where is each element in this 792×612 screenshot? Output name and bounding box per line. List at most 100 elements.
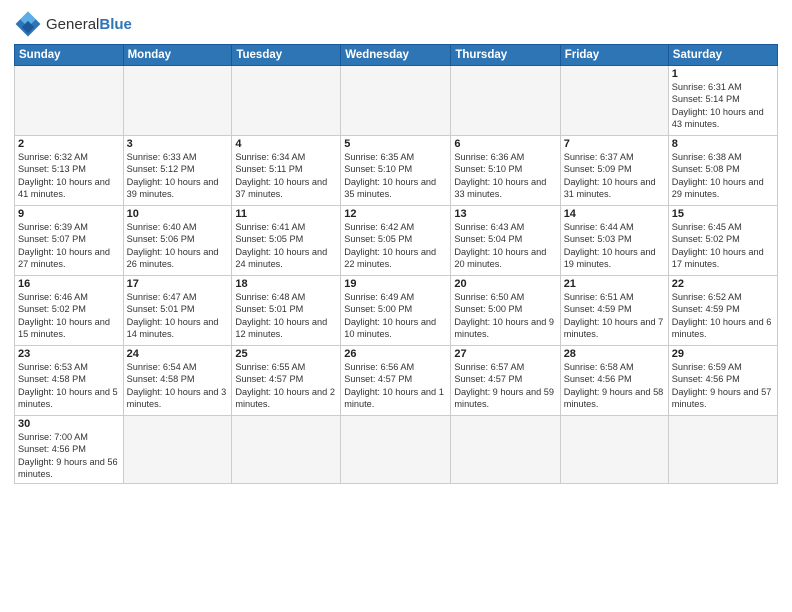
calendar-cell: 7Sunrise: 6:37 AM Sunset: 5:09 PM Daylig… bbox=[560, 136, 668, 206]
day-number: 25 bbox=[235, 348, 337, 360]
calendar-cell: 19Sunrise: 6:49 AM Sunset: 5:00 PM Dayli… bbox=[341, 276, 451, 346]
day-number: 11 bbox=[235, 208, 337, 220]
day-info: Sunrise: 6:53 AM Sunset: 4:58 PM Dayligh… bbox=[18, 361, 120, 411]
day-number: 14 bbox=[564, 208, 665, 220]
day-info: Sunrise: 6:40 AM Sunset: 5:06 PM Dayligh… bbox=[127, 221, 229, 271]
day-number: 26 bbox=[344, 348, 447, 360]
calendar-cell: 5Sunrise: 6:35 AM Sunset: 5:10 PM Daylig… bbox=[341, 136, 451, 206]
calendar-cell: 6Sunrise: 6:36 AM Sunset: 5:10 PM Daylig… bbox=[451, 136, 560, 206]
calendar-cell: 22Sunrise: 6:52 AM Sunset: 4:59 PM Dayli… bbox=[668, 276, 777, 346]
day-number: 19 bbox=[344, 278, 447, 290]
day-number: 10 bbox=[127, 208, 229, 220]
day-number: 27 bbox=[454, 348, 556, 360]
day-info: Sunrise: 6:42 AM Sunset: 5:05 PM Dayligh… bbox=[344, 221, 447, 271]
header: GeneralBlue bbox=[14, 10, 778, 38]
calendar-cell: 11Sunrise: 6:41 AM Sunset: 5:05 PM Dayli… bbox=[232, 206, 341, 276]
weekday-header-sunday: Sunday bbox=[15, 45, 124, 66]
weekday-header-monday: Monday bbox=[123, 45, 232, 66]
day-number: 22 bbox=[672, 278, 774, 290]
calendar-cell: 14Sunrise: 6:44 AM Sunset: 5:03 PM Dayli… bbox=[560, 206, 668, 276]
logo-icon bbox=[14, 10, 42, 38]
calendar-cell: 25Sunrise: 6:55 AM Sunset: 4:57 PM Dayli… bbox=[232, 346, 341, 416]
day-info: Sunrise: 6:37 AM Sunset: 5:09 PM Dayligh… bbox=[564, 151, 665, 201]
calendar-week-row: 9Sunrise: 6:39 AM Sunset: 5:07 PM Daylig… bbox=[15, 206, 778, 276]
day-info: Sunrise: 6:50 AM Sunset: 5:00 PM Dayligh… bbox=[454, 291, 556, 341]
day-info: Sunrise: 6:49 AM Sunset: 5:00 PM Dayligh… bbox=[344, 291, 447, 341]
calendar-week-row: 16Sunrise: 6:46 AM Sunset: 5:02 PM Dayli… bbox=[15, 276, 778, 346]
calendar-cell: 21Sunrise: 6:51 AM Sunset: 4:59 PM Dayli… bbox=[560, 276, 668, 346]
weekday-header-wednesday: Wednesday bbox=[341, 45, 451, 66]
day-number: 7 bbox=[564, 138, 665, 150]
calendar-cell: 9Sunrise: 6:39 AM Sunset: 5:07 PM Daylig… bbox=[15, 206, 124, 276]
calendar-cell: 17Sunrise: 6:47 AM Sunset: 5:01 PM Dayli… bbox=[123, 276, 232, 346]
calendar-cell: 16Sunrise: 6:46 AM Sunset: 5:02 PM Dayli… bbox=[15, 276, 124, 346]
calendar-cell: 29Sunrise: 6:59 AM Sunset: 4:56 PM Dayli… bbox=[668, 346, 777, 416]
weekday-header-tuesday: Tuesday bbox=[232, 45, 341, 66]
calendar-cell bbox=[123, 66, 232, 136]
day-number: 16 bbox=[18, 278, 120, 290]
day-number: 1 bbox=[672, 68, 774, 80]
weekday-header-thursday: Thursday bbox=[451, 45, 560, 66]
day-info: Sunrise: 6:57 AM Sunset: 4:57 PM Dayligh… bbox=[454, 361, 556, 411]
day-number: 2 bbox=[18, 138, 120, 150]
day-number: 13 bbox=[454, 208, 556, 220]
page: GeneralBlue SundayMondayTuesdayWednesday… bbox=[0, 0, 792, 612]
day-info: Sunrise: 6:43 AM Sunset: 5:04 PM Dayligh… bbox=[454, 221, 556, 271]
day-number: 20 bbox=[454, 278, 556, 290]
day-info: Sunrise: 6:46 AM Sunset: 5:02 PM Dayligh… bbox=[18, 291, 120, 341]
day-number: 5 bbox=[344, 138, 447, 150]
day-info: Sunrise: 6:31 AM Sunset: 5:14 PM Dayligh… bbox=[672, 81, 774, 131]
calendar-cell bbox=[451, 66, 560, 136]
day-info: Sunrise: 6:51 AM Sunset: 4:59 PM Dayligh… bbox=[564, 291, 665, 341]
day-info: Sunrise: 6:38 AM Sunset: 5:08 PM Dayligh… bbox=[672, 151, 774, 201]
calendar-cell: 24Sunrise: 6:54 AM Sunset: 4:58 PM Dayli… bbox=[123, 346, 232, 416]
day-number: 3 bbox=[127, 138, 229, 150]
calendar-cell bbox=[232, 416, 341, 484]
calendar-cell bbox=[560, 66, 668, 136]
calendar-cell bbox=[668, 416, 777, 484]
day-number: 24 bbox=[127, 348, 229, 360]
day-number: 8 bbox=[672, 138, 774, 150]
day-info: Sunrise: 6:39 AM Sunset: 5:07 PM Dayligh… bbox=[18, 221, 120, 271]
calendar-week-row: 30Sunrise: 7:00 AM Sunset: 4:56 PM Dayli… bbox=[15, 416, 778, 484]
calendar-cell bbox=[341, 416, 451, 484]
logo-text: GeneralBlue bbox=[46, 16, 132, 33]
day-number: 12 bbox=[344, 208, 447, 220]
calendar-cell: 12Sunrise: 6:42 AM Sunset: 5:05 PM Dayli… bbox=[341, 206, 451, 276]
day-number: 29 bbox=[672, 348, 774, 360]
day-number: 15 bbox=[672, 208, 774, 220]
calendar: SundayMondayTuesdayWednesdayThursdayFrid… bbox=[14, 44, 778, 484]
day-info: Sunrise: 6:54 AM Sunset: 4:58 PM Dayligh… bbox=[127, 361, 229, 411]
calendar-cell: 28Sunrise: 6:58 AM Sunset: 4:56 PM Dayli… bbox=[560, 346, 668, 416]
weekday-header-friday: Friday bbox=[560, 45, 668, 66]
calendar-cell bbox=[232, 66, 341, 136]
day-info: Sunrise: 6:47 AM Sunset: 5:01 PM Dayligh… bbox=[127, 291, 229, 341]
day-info: Sunrise: 6:36 AM Sunset: 5:10 PM Dayligh… bbox=[454, 151, 556, 201]
day-info: Sunrise: 6:41 AM Sunset: 5:05 PM Dayligh… bbox=[235, 221, 337, 271]
calendar-cell bbox=[15, 66, 124, 136]
day-number: 28 bbox=[564, 348, 665, 360]
day-number: 17 bbox=[127, 278, 229, 290]
day-info: Sunrise: 6:59 AM Sunset: 4:56 PM Dayligh… bbox=[672, 361, 774, 411]
calendar-cell: 15Sunrise: 6:45 AM Sunset: 5:02 PM Dayli… bbox=[668, 206, 777, 276]
day-number: 30 bbox=[18, 418, 120, 430]
calendar-cell bbox=[341, 66, 451, 136]
day-number: 6 bbox=[454, 138, 556, 150]
calendar-cell: 18Sunrise: 6:48 AM Sunset: 5:01 PM Dayli… bbox=[232, 276, 341, 346]
day-number: 23 bbox=[18, 348, 120, 360]
calendar-cell bbox=[560, 416, 668, 484]
weekday-header-saturday: Saturday bbox=[668, 45, 777, 66]
day-info: Sunrise: 6:58 AM Sunset: 4:56 PM Dayligh… bbox=[564, 361, 665, 411]
day-number: 21 bbox=[564, 278, 665, 290]
calendar-cell: 3Sunrise: 6:33 AM Sunset: 5:12 PM Daylig… bbox=[123, 136, 232, 206]
calendar-cell: 1Sunrise: 6:31 AM Sunset: 5:14 PM Daylig… bbox=[668, 66, 777, 136]
calendar-cell: 2Sunrise: 6:32 AM Sunset: 5:13 PM Daylig… bbox=[15, 136, 124, 206]
day-info: Sunrise: 6:56 AM Sunset: 4:57 PM Dayligh… bbox=[344, 361, 447, 411]
calendar-cell: 27Sunrise: 6:57 AM Sunset: 4:57 PM Dayli… bbox=[451, 346, 560, 416]
calendar-cell: 26Sunrise: 6:56 AM Sunset: 4:57 PM Dayli… bbox=[341, 346, 451, 416]
day-info: Sunrise: 6:32 AM Sunset: 5:13 PM Dayligh… bbox=[18, 151, 120, 201]
calendar-cell: 23Sunrise: 6:53 AM Sunset: 4:58 PM Dayli… bbox=[15, 346, 124, 416]
day-info: Sunrise: 6:48 AM Sunset: 5:01 PM Dayligh… bbox=[235, 291, 337, 341]
calendar-cell: 10Sunrise: 6:40 AM Sunset: 5:06 PM Dayli… bbox=[123, 206, 232, 276]
day-info: Sunrise: 7:00 AM Sunset: 4:56 PM Dayligh… bbox=[18, 431, 120, 481]
